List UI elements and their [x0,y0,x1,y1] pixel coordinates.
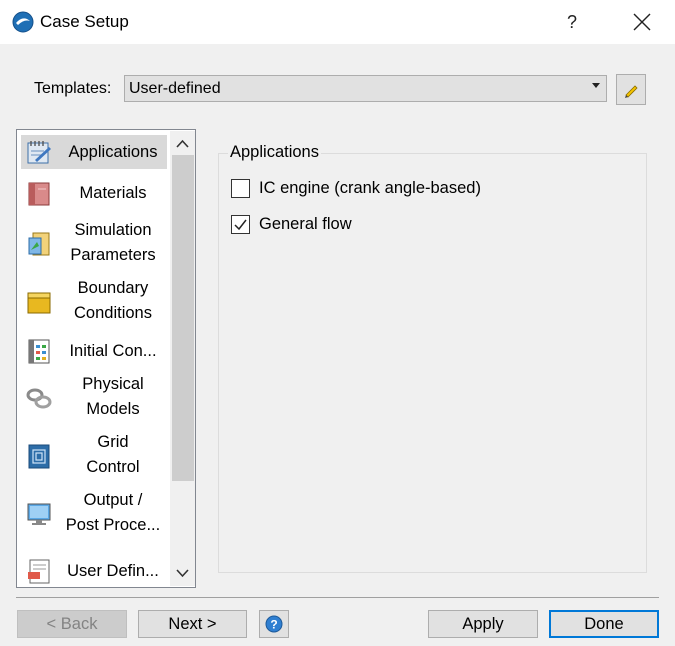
nav-item-label-line2: Parameters [70,246,156,264]
footer-divider [16,597,659,598]
nav-item-applications[interactable]: Applications [17,135,169,169]
nav-item-initial-conditions[interactable]: Initial Con... [17,334,169,368]
templates-selected-value: User-defined [129,80,221,97]
close-icon[interactable] [624,7,660,37]
apply-button[interactable]: Apply [428,610,538,638]
scroll-down-icon[interactable] [170,562,195,584]
user-defined-icon [28,559,50,584]
nav-item-materials[interactable]: Materials [17,176,169,210]
general-flow-label: General flow [259,215,352,233]
templates-label: Templates: [34,80,112,97]
dropdown-arrow-icon [592,83,600,88]
scrollbar-thumb[interactable] [172,155,194,481]
svg-text:?: ? [270,618,277,632]
boundary-conditions-icon [27,292,51,314]
output-icon [27,503,51,525]
nav-item-label-line1: Physical [82,375,144,393]
nav-item-physical-models[interactable]: Physical Models [17,372,169,424]
nav-item-output-post-processing[interactable]: Output / Post Proce... [17,488,169,540]
nav-item-boundary-conditions[interactable]: Boundary Conditions [17,276,169,328]
nav-item-label-line2: Control [86,458,140,476]
done-button[interactable]: Done [549,610,659,638]
nav-item-label-line1: Simulation [74,221,152,239]
nav-scrollbar[interactable] [170,131,195,586]
physical-models-icon [26,388,52,409]
nav-item-label-line2: Models [86,400,140,418]
help-circle-icon: ? [265,615,283,633]
nav-item-label: Materials [79,184,147,202]
nav-item-label: Applications [68,143,158,161]
applications-group-title: Applications [228,143,321,162]
ic-engine-checkbox[interactable] [231,179,250,198]
initial-conditions-icon [28,339,50,364]
nav-item-simulation-parameters[interactable]: Simulation Parameters [17,218,169,270]
nav-item-label: Initial Con... [69,342,157,360]
templates-dropdown[interactable]: User-defined [124,75,607,102]
app-logo-icon [12,11,34,33]
nav-item-label-line2: Conditions [74,304,152,322]
nav-item-label-line1: Grid [97,433,129,451]
applications-icon [27,141,51,164]
nav-item-label: User Defin... [67,562,159,580]
help-button[interactable]: ? [558,9,586,35]
nav-item-label-line1: Output / [83,491,143,509]
nav-item-user-defined[interactable]: User Defin... [17,554,169,587]
simulation-parameters-icon [28,232,50,256]
scroll-up-icon[interactable] [170,133,195,155]
general-flow-checkbox[interactable] [231,215,250,234]
nav-item-grid-control[interactable]: Grid Control [17,430,169,482]
setup-navigation-list: Applications Materials Simulation Parame… [16,129,196,588]
ic-engine-label: IC engine (crank angle-based) [259,179,481,197]
grid-control-icon [28,444,50,469]
help-circle-button[interactable]: ? [259,610,289,638]
title-bar: Case Setup ? [0,0,675,44]
edit-template-button[interactable] [616,74,646,105]
nav-item-label-line2: Post Proce... [65,516,161,534]
next-button[interactable]: Next > [138,610,247,638]
checkmark-icon [234,219,247,231]
back-button[interactable]: < Back [17,610,127,638]
materials-icon [28,182,50,206]
window-title: Case Setup [40,12,129,31]
pencil-icon [625,85,638,98]
nav-item-label-line1: Boundary [77,279,149,297]
